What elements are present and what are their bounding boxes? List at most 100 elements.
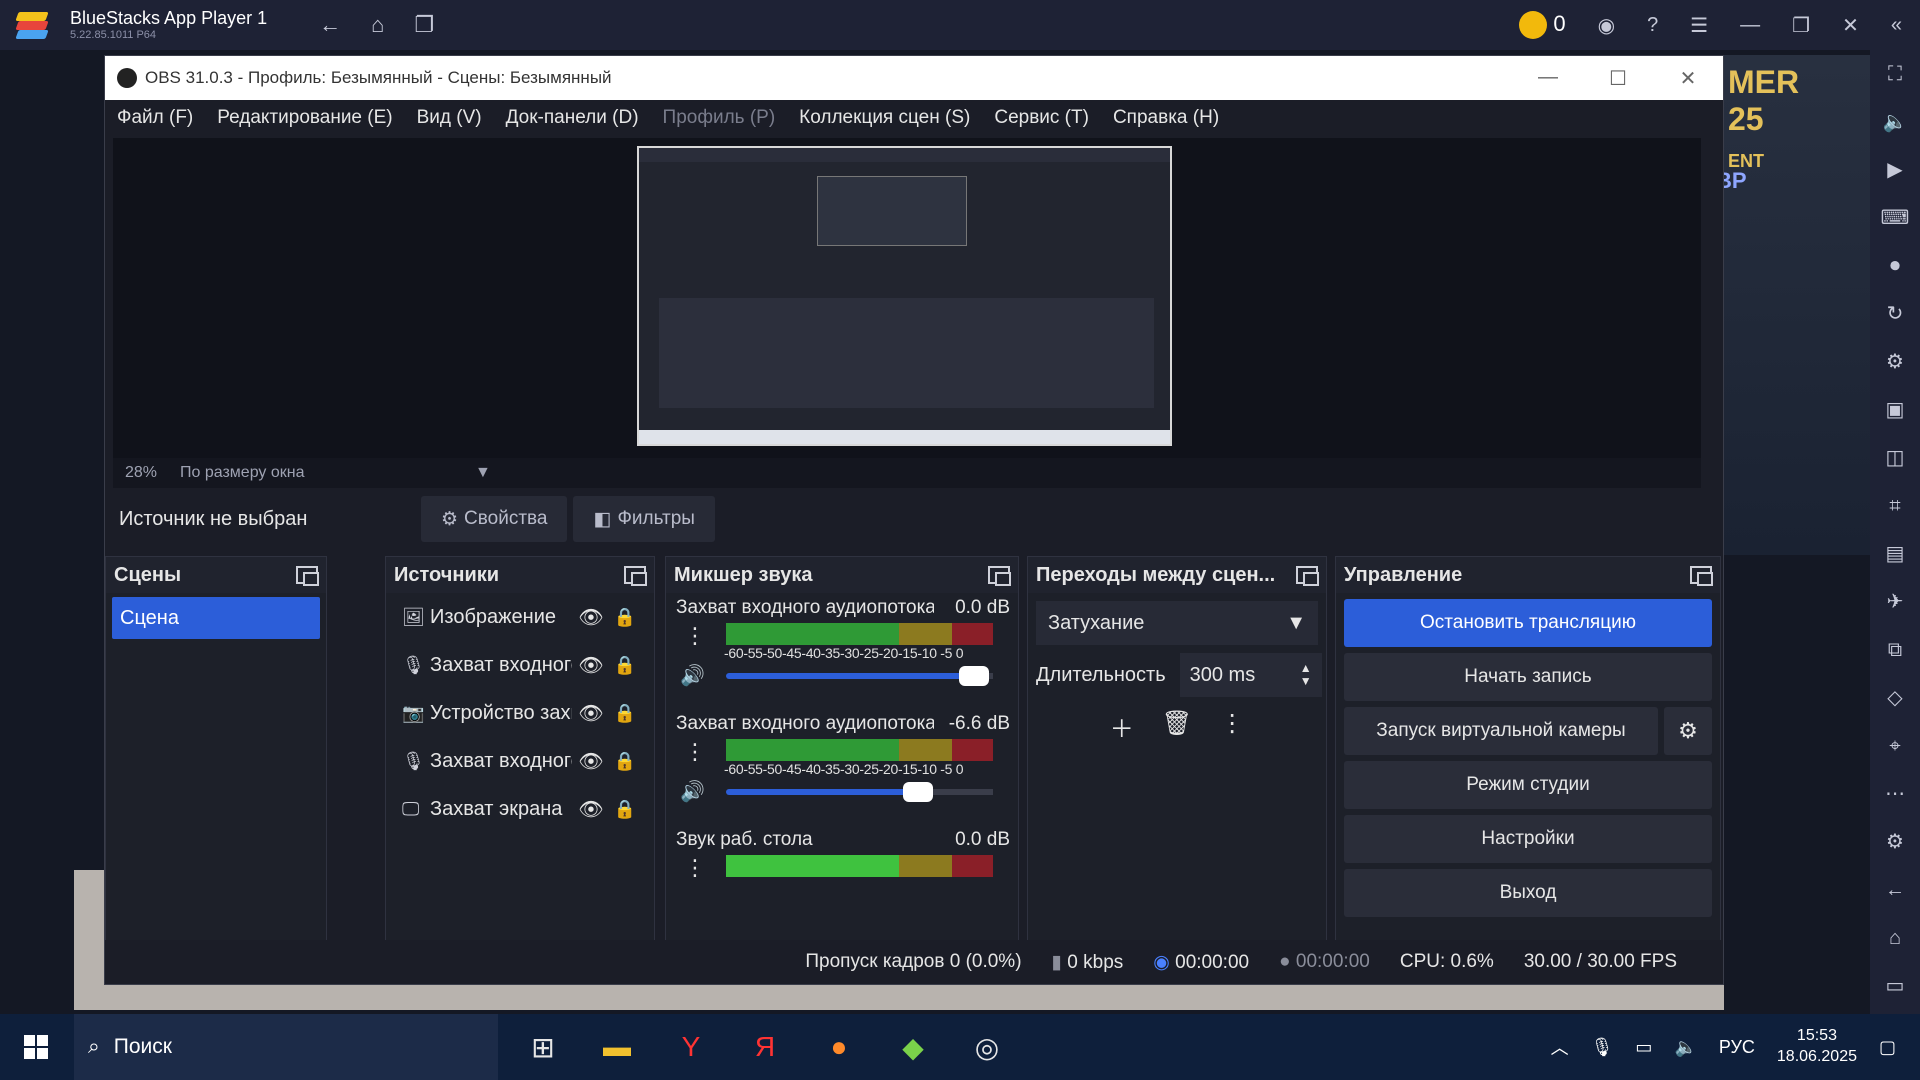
android-home-icon[interactable]: ⌂ bbox=[1889, 924, 1901, 952]
source-item[interactable]: 🎙 Захват входного 👁 🔒 bbox=[386, 641, 654, 689]
settings-button[interactable]: Настройки bbox=[1344, 815, 1712, 863]
add-icon[interactable]: ＋ bbox=[1110, 709, 1134, 744]
notifications-icon[interactable]: ▢ bbox=[1879, 1037, 1896, 1058]
account-icon[interactable]: ◉ bbox=[1598, 13, 1615, 38]
undock-icon[interactable] bbox=[1690, 566, 1713, 586]
kebab-menu-icon[interactable]: ⋮ bbox=[684, 623, 706, 649]
kebab-menu-icon[interactable]: ⋮ bbox=[1220, 709, 1244, 744]
fullscreen-icon[interactable]: ⛶ bbox=[1888, 60, 1902, 88]
collapse-sidebar-icon[interactable]: « bbox=[1891, 14, 1902, 37]
speaker-icon[interactable]: 🔊 bbox=[680, 779, 705, 804]
eye-icon[interactable]: 👁 bbox=[572, 701, 610, 726]
start-record-button[interactable]: Начать запись bbox=[1344, 653, 1712, 701]
record-icon[interactable]: ⏺ bbox=[1890, 252, 1900, 280]
rotate-icon[interactable]: ↻ bbox=[1887, 300, 1904, 328]
volume-icon[interactable]: 🔈 bbox=[1883, 108, 1908, 136]
windows-start-icon[interactable] bbox=[24, 1035, 48, 1059]
exit-button[interactable]: Выход bbox=[1344, 869, 1712, 917]
microphone-tray-icon[interactable]: 🎙 bbox=[1591, 1037, 1614, 1058]
kebab-menu-icon[interactable]: ⋮ bbox=[684, 739, 706, 765]
obs-close-icon[interactable]: ✕ bbox=[1653, 66, 1723, 91]
multi-instance-icon[interactable]: ⧉ bbox=[1888, 636, 1902, 664]
android-back-icon[interactable]: ← bbox=[1885, 876, 1905, 904]
back-arrow-icon[interactable]: ← bbox=[319, 12, 341, 38]
tray-expand-icon[interactable]: ︿ bbox=[1551, 1034, 1569, 1060]
lock-icon[interactable]: 🔒 bbox=[610, 607, 640, 628]
obs-maximize-icon[interactable]: ☐ bbox=[1583, 66, 1653, 91]
eraser-icon[interactable]: ◇ bbox=[1887, 684, 1902, 712]
settings-icon[interactable]: ⚙ bbox=[1886, 828, 1904, 856]
obs-taskbar-icon[interactable]: ◎ bbox=[970, 1031, 1004, 1064]
media-icon[interactable]: ▶ bbox=[1887, 156, 1902, 184]
trash-icon[interactable]: 🗑 bbox=[1162, 709, 1192, 744]
language-indicator[interactable]: РУС bbox=[1719, 1037, 1755, 1058]
undock-icon[interactable] bbox=[296, 566, 319, 586]
firefox-icon[interactable]: ● bbox=[822, 1031, 856, 1064]
minimize-icon[interactable]: — bbox=[1740, 14, 1760, 37]
coins-widget[interactable]: 0 bbox=[1519, 11, 1566, 40]
multi-window-icon[interactable]: ❐ bbox=[414, 12, 434, 38]
undock-icon[interactable] bbox=[624, 566, 647, 586]
apk-icon[interactable]: ▣ bbox=[1886, 396, 1905, 424]
lock-icon[interactable]: 🔒 bbox=[610, 799, 640, 820]
volume-tray-icon[interactable]: 🔈 bbox=[1674, 1037, 1696, 1058]
preview-canvas[interactable] bbox=[113, 138, 1701, 458]
menu-edit[interactable]: Редактирование (E) bbox=[217, 107, 392, 129]
lock-icon[interactable]: 🔒 bbox=[610, 655, 640, 676]
menu-view[interactable]: Вид (V) bbox=[417, 107, 482, 129]
eye-icon[interactable]: 👁 bbox=[572, 653, 610, 678]
speaker-icon[interactable]: 🔊 bbox=[680, 663, 705, 688]
source-item[interactable]: 🖼 Изображение 👁 🔒 bbox=[386, 593, 654, 641]
transition-select[interactable]: Затухание ▼ bbox=[1036, 601, 1318, 645]
volume-slider[interactable] bbox=[726, 666, 993, 686]
clock[interactable]: 15:53 18.06.2025 bbox=[1777, 1026, 1857, 1068]
lock-icon[interactable]: 🔒 bbox=[610, 751, 640, 772]
volume-slider[interactable] bbox=[726, 782, 993, 802]
keyboard-icon[interactable]: ⌨ bbox=[1881, 204, 1910, 232]
folder-icon[interactable]: ▤ bbox=[1886, 540, 1905, 568]
virtual-camera-settings-icon[interactable]: ⚙ bbox=[1664, 707, 1712, 755]
location-icon[interactable]: ⌖ bbox=[1889, 732, 1900, 760]
home-icon[interactable]: ⌂ bbox=[371, 12, 384, 38]
stop-stream-button[interactable]: Остановить трансляцию bbox=[1344, 599, 1712, 647]
filters-button[interactable]: ◧ Фильтры bbox=[573, 496, 715, 542]
menu-help[interactable]: Справка (H) bbox=[1113, 107, 1219, 129]
help-icon[interactable]: ? bbox=[1647, 14, 1658, 37]
studio-mode-button[interactable]: Режим студии bbox=[1344, 761, 1712, 809]
menu-profile[interactable]: Профиль (P) bbox=[663, 107, 776, 129]
menu-scene-collection[interactable]: Коллекция сцен (S) bbox=[799, 107, 970, 129]
undock-icon[interactable] bbox=[1296, 566, 1319, 586]
android-recents-icon[interactable]: ▭ bbox=[1886, 972, 1905, 1000]
eye-icon[interactable]: 👁 bbox=[572, 749, 610, 774]
duration-spinbox[interactable]: 300 ms ▲ ▼ bbox=[1179, 653, 1322, 697]
undock-icon[interactable] bbox=[988, 566, 1011, 586]
obs-minimize-icon[interactable]: — bbox=[1513, 66, 1583, 91]
menu-docks[interactable]: Док-панели (D) bbox=[506, 107, 639, 129]
task-view-icon[interactable]: ⊞ bbox=[526, 1031, 560, 1064]
close-icon[interactable]: ✕ bbox=[1842, 13, 1859, 38]
zoom-mode-select[interactable]: По размеру окна bbox=[180, 464, 475, 482]
taskbar-search[interactable]: ⌕ Поиск bbox=[74, 1014, 498, 1080]
source-item[interactable]: 🎙 Захват входного 👁 🔒 bbox=[386, 737, 654, 785]
source-item[interactable]: 🖵 Захват экрана 👁 🔒 bbox=[386, 785, 654, 833]
properties-button[interactable]: ⚙ Свойства bbox=[421, 496, 568, 542]
more-icon[interactable]: ⋯ bbox=[1885, 780, 1905, 808]
network-icon[interactable]: ▭ bbox=[1635, 1037, 1652, 1058]
chevron-down-icon[interactable]: ▼ bbox=[475, 464, 491, 482]
bluestacks-taskbar-icon[interactable]: ◆ bbox=[896, 1031, 930, 1064]
spin-arrows-icon[interactable]: ▲ ▼ bbox=[1300, 661, 1312, 688]
screenshot-icon[interactable]: ◫ bbox=[1886, 444, 1905, 472]
menu-tools[interactable]: Сервис (T) bbox=[994, 107, 1089, 129]
crop-icon[interactable]: ⌗ bbox=[1889, 492, 1900, 520]
kebab-menu-icon[interactable]: ⋮ bbox=[684, 855, 706, 881]
menu-icon[interactable]: ☰ bbox=[1690, 13, 1708, 38]
yandex-icon[interactable]: Я bbox=[748, 1031, 782, 1064]
restore-icon[interactable]: ❐ bbox=[1792, 13, 1810, 38]
airplane-icon[interactable]: ✈ bbox=[1887, 588, 1904, 616]
lock-icon[interactable]: 🔒 bbox=[610, 703, 640, 724]
macro-icon[interactable]: ⚙ bbox=[1886, 348, 1904, 376]
file-explorer-icon[interactable]: ▬ bbox=[600, 1031, 634, 1064]
source-item[interactable]: 📷Устройство захвата👁🔒 bbox=[386, 689, 654, 737]
eye-icon[interactable]: 👁 bbox=[572, 797, 610, 822]
scene-item[interactable]: Сцена bbox=[112, 597, 320, 639]
